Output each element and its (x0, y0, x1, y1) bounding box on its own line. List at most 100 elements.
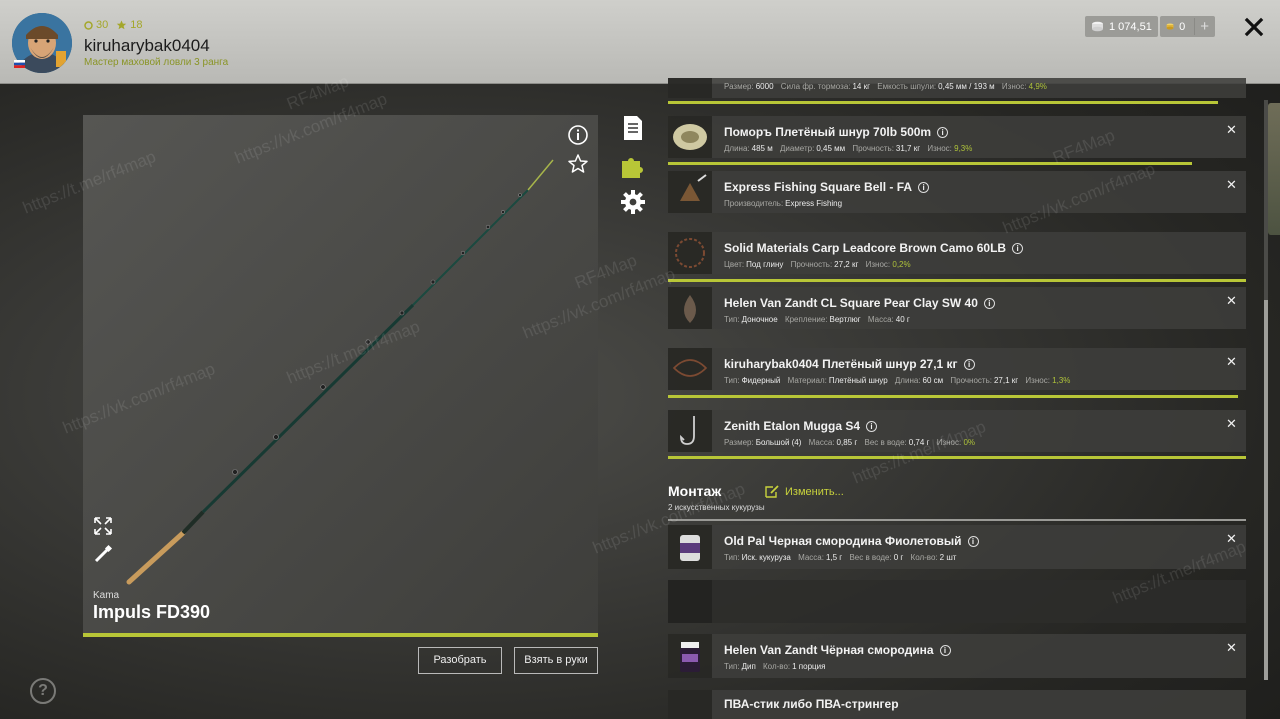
rod-preview-panel (83, 115, 598, 633)
item-title: Helen Van Zandt CL Square Pear Clay SW 4… (724, 296, 995, 310)
side-preview-thumbnail[interactable] (1268, 103, 1280, 235)
item-info-icon[interactable]: i (937, 127, 949, 138)
leader-condition-bar (668, 395, 1238, 398)
remove-item-button[interactable]: ✕ (1226, 177, 1237, 193)
disassemble-button[interactable]: Разобрать (418, 647, 502, 674)
help-button[interactable]: ? (30, 678, 56, 704)
item-title: Express Fishing Square Bell - FA i (724, 180, 930, 194)
star-icon (117, 20, 127, 30)
silver-balance: 1 074,51 (1085, 16, 1158, 37)
currency-circle-value: 30 (96, 19, 109, 31)
hook-condition-bar (668, 456, 1246, 459)
take-in-hand-button[interactable]: Взять в руки (514, 647, 598, 674)
sinker-icon (684, 295, 696, 323)
item-info-icon[interactable]: i (983, 298, 995, 309)
currency-star-value: 18 (130, 19, 143, 31)
list-item-bait-corn[interactable]: Old Pal Черная смородина Фиолетовый i Тип… (668, 525, 1246, 569)
info-icon[interactable] (567, 124, 589, 146)
remove-item-button[interactable]: ✕ (1226, 416, 1237, 432)
item-info-icon[interactable]: i (939, 645, 951, 656)
item-meta: Цвет: Под глину Прочность: 27,2 кг Износ: … (724, 260, 911, 269)
expand-icon[interactable] (92, 515, 114, 537)
pva-thumbnail (668, 690, 712, 719)
tab-settings-gear-icon[interactable] (619, 188, 647, 216)
rod-panel-underline (83, 633, 598, 637)
silver-balance-value: 1 074,51 (1109, 20, 1152, 33)
line-spool-icon (673, 124, 707, 150)
reel-condition-bar (668, 101, 1218, 104)
list-item-hook[interactable]: Zenith Etalon Mugga S4 i Размер: Большой (… (668, 410, 1246, 452)
currency-stats: 30 18 (84, 19, 143, 31)
item-meta: Длина: 485 м Диаметр: 0,45 мм Прочность: 31… (724, 144, 973, 153)
username: kiruharybak0404 (84, 36, 210, 55)
dip-bottle-icon (680, 642, 700, 672)
silver-coins-icon (1092, 21, 1103, 32)
item-meta: Тип: Иск. кукуруза Масса: 1,5 г Вес в воде… (724, 553, 957, 562)
item-info-icon[interactable]: i (918, 182, 930, 193)
item-title: Solid Materials Carp Leadcore Brown Camo… (724, 241, 1024, 255)
line-condition-bar (668, 162, 1192, 165)
item-title: Поморъ Плетёный шнур 70lb 500m i (724, 125, 949, 139)
montage-heading: Монтаж (668, 483, 722, 499)
list-item-reel[interactable]: Размер: 6000 Сила фр. тормоза: 14 кг Емкос… (668, 78, 1246, 98)
rod-repair-icon[interactable] (92, 543, 114, 565)
rank-title: Мастер маховой ловли 3 ранга (84, 57, 229, 68)
item-meta: Производитель: Express Fishing (724, 199, 843, 208)
leadcore-condition-bar (668, 279, 1246, 282)
montage-edit-label: Изменить... (785, 486, 844, 498)
item-info-icon[interactable]: i (866, 421, 878, 432)
item-meta: Тип: Дип Кол-во: 1 порция (724, 662, 826, 671)
tab-assembly-puzzle-icon[interactable] (619, 151, 647, 179)
item-meta: Тип: Доночное Крепление: Вертлюг Масса: 40 … (724, 315, 910, 324)
remove-item-button[interactable]: ✕ (1226, 354, 1237, 370)
montage-subtitle: 2 искусственных кукурузы (668, 503, 765, 512)
item-title: Helen Van Zandt Чёрная смородина i (724, 643, 951, 657)
item-info-icon[interactable]: i (963, 359, 975, 370)
empty-slot-thumbnail (668, 580, 712, 623)
russia-flag-icon (14, 60, 25, 68)
item-title: Old Pal Черная смородина Фиолетовый i (724, 534, 979, 548)
list-item-dip[interactable]: Helen Van Zandt Чёрная смородина i Тип: Ди… (668, 634, 1246, 678)
list-item-leader[interactable]: kiruharybak0404 Плетёный шнур 27,1 кг i Т… (668, 348, 1246, 390)
empty-slot[interactable] (668, 580, 1246, 623)
coin-circle-icon (84, 20, 93, 30)
item-title: kiruharybak0404 Плетёный шнур 27,1 кг i (724, 357, 975, 371)
list-item-sinker[interactable]: Helen Van Zandt CL Square Pear Clay SW 4… (668, 287, 1246, 329)
remove-item-button[interactable]: ✕ (1226, 531, 1237, 547)
rod-brand: Kama (93, 590, 120, 601)
item-title: ПВА-стик либо ПВА-стрингер (724, 697, 899, 711)
list-item-line[interactable]: Поморъ Плетёный шнур 70lb 500m i Длина: 48… (668, 116, 1246, 158)
remove-item-button[interactable]: ✕ (1226, 293, 1237, 309)
tab-description-icon[interactable] (619, 114, 647, 142)
montage-divider (668, 519, 1246, 521)
leader-icon (672, 359, 708, 377)
rod-image (126, 159, 554, 585)
montage-edit-link[interactable]: Изменить... (764, 485, 844, 499)
favorite-star-icon[interactable] (567, 153, 589, 175)
close-icon[interactable] (1241, 14, 1267, 40)
bait-jar-icon (680, 535, 700, 561)
top-bar: 30 18 kiruharybak0404 Мастер маховой лов… (0, 0, 1280, 84)
scrollbar-thumb[interactable] (1264, 300, 1268, 680)
list-item-bell[interactable]: Express Fishing Square Bell - FA i Произв… (668, 171, 1246, 213)
item-info-icon[interactable]: i (967, 536, 979, 547)
edit-pencil-icon (765, 485, 779, 498)
list-item-leadcore[interactable]: Solid Materials Carp Leadcore Brown Camo… (668, 232, 1246, 274)
item-meta: Размер: Большой (4) Масса: 0,85 г Вес в во… (724, 438, 976, 447)
add-gold-button[interactable]: + (1194, 18, 1209, 35)
gold-coins-icon (1166, 23, 1174, 30)
gold-balance: 0 + (1160, 16, 1215, 37)
list-item-pva[interactable]: ПВА-стик либо ПВА-стрингер (668, 690, 1246, 719)
item-title: Zenith Etalon Mugga S4 i (724, 419, 878, 433)
remove-item-button[interactable]: ✕ (1226, 122, 1237, 138)
hook-icon (680, 416, 695, 445)
rod-name: Impuls FD390 (93, 602, 211, 622)
leadcore-icon (675, 238, 705, 268)
reel-thumbnail (668, 78, 712, 98)
remove-item-button[interactable]: ✕ (1226, 640, 1237, 656)
bell-icon (680, 174, 707, 201)
item-info-icon[interactable]: i (1012, 243, 1024, 254)
item-meta: Размер: 6000 Сила фр. тормоза: 14 кг Емкос… (724, 82, 1047, 91)
item-meta: Тип: Фидерный Материал: Плетёный шнур Длин… (724, 376, 1071, 385)
gold-balance-value: 0 (1179, 20, 1186, 33)
